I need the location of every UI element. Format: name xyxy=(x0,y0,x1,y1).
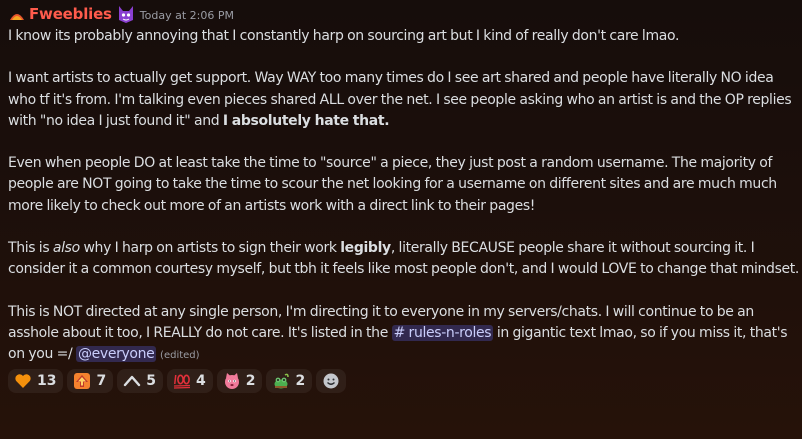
cat-face-icon xyxy=(223,372,241,390)
timestamp[interactable]: Today at 2:06 PM xyxy=(140,9,234,22)
add-reaction-icon xyxy=(322,372,340,390)
avatar-badge-icon xyxy=(116,4,136,24)
chat-message: Fweeblies Today at 2:06 PM I know its pr… xyxy=(8,3,800,394)
up-arrow-box-icon xyxy=(73,372,91,390)
bold-text: legibly xyxy=(340,239,391,256)
text-span: I want artists to actually get support. … xyxy=(8,70,792,129)
reaction-caret-up[interactable]: 5 xyxy=(117,369,163,394)
reaction-count: 4 xyxy=(195,373,206,390)
message-header: Fweeblies Today at 2:06 PM xyxy=(8,3,800,25)
reaction-hundred[interactable]: 4 xyxy=(166,369,213,394)
frog-plant-icon xyxy=(272,372,290,390)
edited-label: (edited) xyxy=(160,349,200,361)
everyone-mention[interactable]: @everyone xyxy=(75,345,157,362)
message-paragraph: Even when people DO at least take the ti… xyxy=(8,153,800,217)
orange-heart-icon xyxy=(14,372,32,390)
reaction-count: 5 xyxy=(146,373,156,390)
reaction-orange-heart[interactable]: 13 xyxy=(8,369,64,394)
message-paragraph: I know its probably annoying that I cons… xyxy=(8,26,800,47)
reaction-count: 2 xyxy=(295,373,306,390)
role-icon xyxy=(8,7,26,21)
message-paragraph: I want artists to actually get support. … xyxy=(8,68,800,132)
username[interactable]: Fweeblies xyxy=(29,5,112,23)
text-span: Even when people DO at least take the ti… xyxy=(8,155,777,214)
reaction-frog-plant[interactable]: 2 xyxy=(266,369,313,394)
message-content: I know its probably annoying that I cons… xyxy=(8,26,800,366)
reaction-up-arrow[interactable]: 7 xyxy=(67,369,114,394)
caret-up-icon xyxy=(123,372,141,390)
text-span: why I harp on artists to sign their work xyxy=(79,239,341,256)
bold-text: I absolutely hate that. xyxy=(222,112,390,129)
message-paragraph: This is also why I harp on artists to si… xyxy=(8,238,800,280)
reaction-cat-face[interactable]: 2 xyxy=(216,369,263,394)
reaction-count: 13 xyxy=(37,373,57,390)
reaction-count: 2 xyxy=(245,373,256,390)
text-span: I know its probably annoying that I cons… xyxy=(8,28,680,44)
reactions-bar: 13 7 5 4 2 2 xyxy=(8,369,800,394)
reaction-count: 7 xyxy=(96,373,107,390)
add-reaction-button[interactable] xyxy=(316,369,347,394)
italic-text: also xyxy=(52,239,80,256)
text-span: This is xyxy=(8,239,53,256)
message-paragraph: This is NOT directed at any single perso… xyxy=(8,302,800,367)
hundred-points-icon xyxy=(173,372,191,390)
channel-mention-link[interactable]: # rules-n-roles xyxy=(391,324,494,341)
